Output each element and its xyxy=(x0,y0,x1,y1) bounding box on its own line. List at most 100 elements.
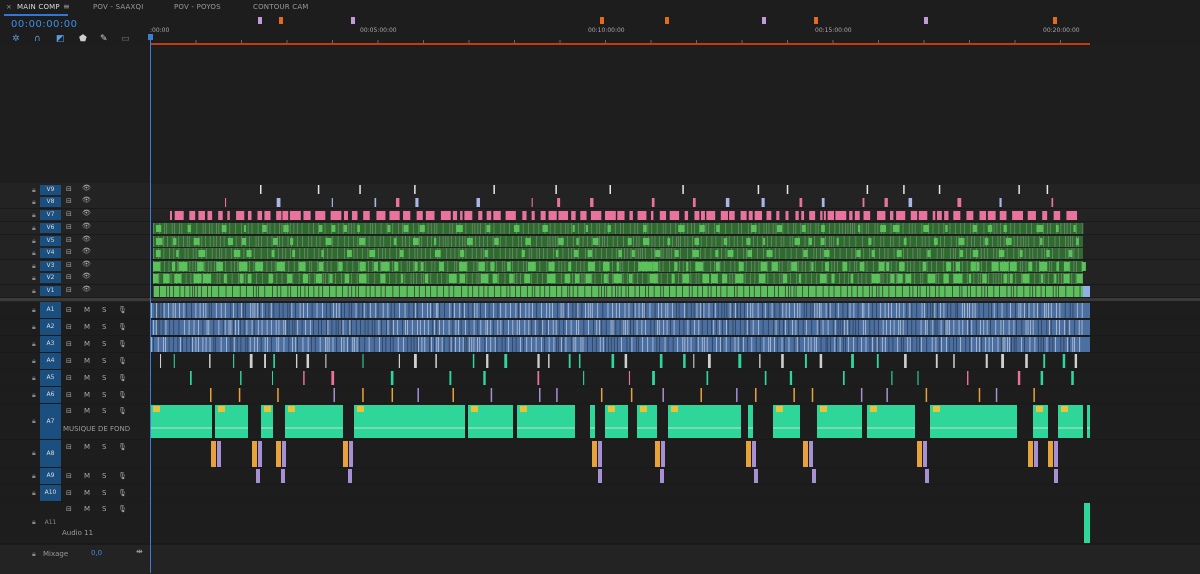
clip-edge[interactable] xyxy=(1013,236,1015,247)
clip-edge[interactable] xyxy=(516,248,518,259)
clip-edge[interactable] xyxy=(630,248,632,259)
audio-waveform[interactable] xyxy=(238,320,239,335)
clip-edge[interactable] xyxy=(277,248,279,259)
audio-waveform[interactable] xyxy=(847,337,849,352)
audio-waveform[interactable] xyxy=(473,320,475,335)
audio-waveform[interactable] xyxy=(869,337,871,352)
audio-waveform[interactable] xyxy=(832,320,834,335)
video-clip[interactable] xyxy=(890,274,895,283)
title-clip[interactable] xyxy=(866,185,869,194)
clip-edge[interactable] xyxy=(257,223,259,234)
clip-edge[interactable] xyxy=(520,286,522,297)
clip-edge[interactable] xyxy=(725,248,727,259)
clip-edge[interactable] xyxy=(861,273,863,284)
clip-edge[interactable] xyxy=(591,286,593,297)
audio-waveform[interactable] xyxy=(799,303,801,318)
clip-edge[interactable] xyxy=(692,236,693,247)
audio-waveform[interactable] xyxy=(960,337,961,352)
video-clip[interactable] xyxy=(1076,238,1079,245)
audio-waveform[interactable] xyxy=(889,320,891,335)
clip-edge[interactable] xyxy=(979,236,981,247)
video-clip[interactable] xyxy=(246,250,252,257)
audio-waveform[interactable] xyxy=(690,320,692,335)
clip-edge[interactable] xyxy=(744,273,746,284)
clip-edge[interactable] xyxy=(502,261,503,272)
clip-edge[interactable] xyxy=(612,273,614,284)
video-clip[interactable] xyxy=(540,211,546,220)
audio-waveform[interactable] xyxy=(264,337,266,352)
audio-waveform[interactable] xyxy=(650,320,652,335)
ruler-tick[interactable] xyxy=(559,40,561,43)
audio-waveform[interactable] xyxy=(845,337,847,352)
clip-edge[interactable] xyxy=(795,273,797,284)
video-clip[interactable] xyxy=(1019,250,1023,257)
video-clip[interactable] xyxy=(910,211,918,220)
audio-clip[interactable] xyxy=(417,388,419,402)
clip-edge[interactable] xyxy=(509,223,510,234)
audio-waveform[interactable] xyxy=(919,337,921,352)
audio-waveform[interactable] xyxy=(633,320,634,335)
audio-waveform[interactable] xyxy=(707,320,708,335)
video-clip[interactable] xyxy=(1081,262,1086,271)
video-clip[interactable] xyxy=(590,198,594,207)
clip-edge[interactable] xyxy=(642,273,643,284)
clip-edge[interactable] xyxy=(493,248,495,259)
clip-edge[interactable] xyxy=(1051,261,1053,272)
clip-edge[interactable] xyxy=(639,248,641,259)
video-clip[interactable] xyxy=(466,238,473,245)
audio-waveform[interactable] xyxy=(374,320,376,335)
video-clip[interactable] xyxy=(932,211,936,220)
audio-waveform[interactable] xyxy=(641,320,643,335)
audio-clip[interactable] xyxy=(362,388,364,402)
clip-edge[interactable] xyxy=(342,223,344,234)
clip-edge[interactable] xyxy=(255,236,257,247)
audio-waveform[interactable] xyxy=(552,320,554,335)
clip-edge[interactable] xyxy=(572,286,574,297)
clip-edge[interactable] xyxy=(526,286,528,297)
video-clip[interactable] xyxy=(722,274,728,283)
clip-edge[interactable] xyxy=(427,223,429,234)
audio-waveform[interactable] xyxy=(524,320,526,335)
clip-edge[interactable] xyxy=(1058,248,1060,259)
audio-waveform[interactable] xyxy=(869,320,871,335)
audio-waveform[interactable] xyxy=(1055,337,1056,352)
music-clip[interactable] xyxy=(590,405,595,438)
video-clip[interactable] xyxy=(264,211,271,220)
video-clip[interactable] xyxy=(290,238,294,245)
audio-waveform[interactable] xyxy=(155,320,157,335)
clip-edge[interactable] xyxy=(213,236,215,247)
clip-edge[interactable] xyxy=(516,273,518,284)
audio-waveform[interactable] xyxy=(240,337,242,352)
clip-edge[interactable] xyxy=(253,261,255,272)
audio-waveform[interactable] xyxy=(239,320,241,335)
audio-waveform[interactable] xyxy=(955,303,957,318)
clip-edge[interactable] xyxy=(298,261,299,272)
audio-waveform[interactable] xyxy=(407,320,408,335)
video-clip[interactable] xyxy=(574,250,579,257)
audio-waveform[interactable] xyxy=(771,303,773,318)
video-clip[interactable] xyxy=(238,262,248,271)
clip-edge[interactable] xyxy=(271,236,273,247)
clip-edge[interactable] xyxy=(1013,248,1015,259)
audio-waveform[interactable] xyxy=(751,337,753,352)
clip-edge[interactable] xyxy=(895,286,897,297)
clip-edge[interactable] xyxy=(591,236,593,247)
audio-waveform[interactable] xyxy=(774,337,776,352)
clip-edge[interactable] xyxy=(1055,286,1057,297)
video-clip[interactable] xyxy=(646,262,653,271)
audio-waveform[interactable] xyxy=(337,320,339,335)
audio-clip[interactable] xyxy=(925,469,929,483)
clip-edge[interactable] xyxy=(666,273,668,284)
clip-edge[interactable] xyxy=(1008,273,1010,284)
clip-edge[interactable] xyxy=(566,236,568,247)
audio-waveform[interactable] xyxy=(448,337,450,352)
video-clip[interactable] xyxy=(282,211,289,220)
video-clip[interactable] xyxy=(233,250,241,257)
audio-waveform[interactable] xyxy=(1074,320,1076,335)
clip-edge[interactable] xyxy=(309,273,311,284)
audio-clip[interactable] xyxy=(390,371,394,385)
video-clip[interactable] xyxy=(776,225,783,232)
audio-waveform[interactable] xyxy=(715,320,717,335)
audio-waveform[interactable] xyxy=(261,320,263,335)
video-clip[interactable] xyxy=(198,211,205,220)
